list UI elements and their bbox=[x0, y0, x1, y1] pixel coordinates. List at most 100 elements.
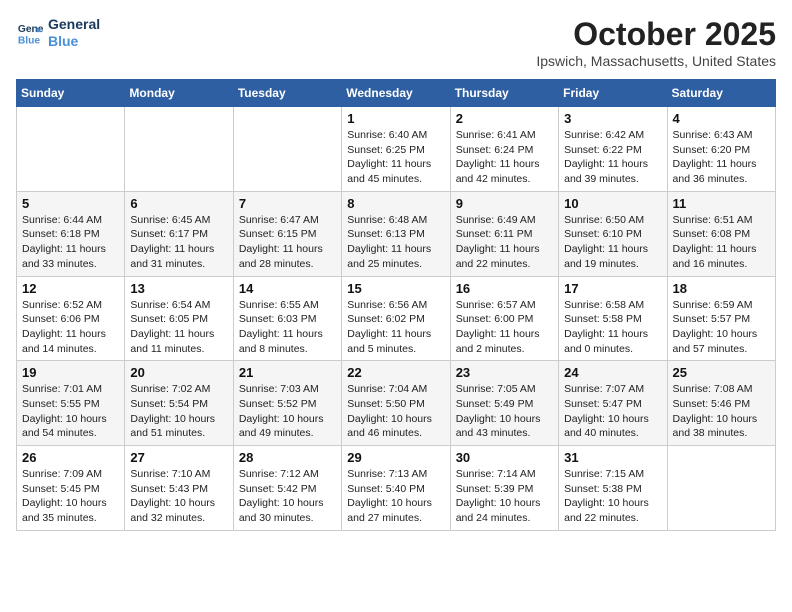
day-number: 6 bbox=[130, 196, 227, 211]
day-number: 29 bbox=[347, 450, 444, 465]
day-number: 2 bbox=[456, 111, 553, 126]
day-info: Sunrise: 7:05 AMSunset: 5:49 PMDaylight:… bbox=[456, 382, 553, 441]
calendar-cell: 15Sunrise: 6:56 AMSunset: 6:02 PMDayligh… bbox=[342, 276, 450, 361]
day-number: 8 bbox=[347, 196, 444, 211]
day-number: 27 bbox=[130, 450, 227, 465]
day-info: Sunrise: 6:59 AMSunset: 5:57 PMDaylight:… bbox=[673, 298, 770, 357]
calendar-cell: 31Sunrise: 7:15 AMSunset: 5:38 PMDayligh… bbox=[559, 446, 667, 531]
day-info: Sunrise: 7:09 AMSunset: 5:45 PMDaylight:… bbox=[22, 467, 119, 526]
day-info: Sunrise: 7:08 AMSunset: 5:46 PMDaylight:… bbox=[673, 382, 770, 441]
day-info: Sunrise: 6:40 AMSunset: 6:25 PMDaylight:… bbox=[347, 128, 444, 187]
weekday-header: Tuesday bbox=[233, 80, 341, 107]
logo-blue: Blue bbox=[48, 33, 100, 50]
calendar-week-row: 1 Sunrise: 6:40 AMSunset: 6:25 PMDaylight… bbox=[17, 107, 776, 192]
day-info: Sunrise: 6:41 AMSunset: 6:24 PMDaylight:… bbox=[456, 128, 553, 187]
day-number: 20 bbox=[130, 365, 227, 380]
calendar-week-row: 19Sunrise: 7:01 AMSunset: 5:55 PMDayligh… bbox=[17, 361, 776, 446]
day-number: 16 bbox=[456, 281, 553, 296]
calendar-cell: 30 Sunrise: 7:14 AMSunset: 5:39 PMDayligh… bbox=[450, 446, 558, 531]
calendar-cell: 16 Sunrise: 6:57 AMSunset: 6:00 PMDayligh… bbox=[450, 276, 558, 361]
day-number: 22 bbox=[347, 365, 444, 380]
day-info: Sunrise: 6:49 AMSunset: 6:11 PMDaylight:… bbox=[456, 213, 553, 272]
day-number: 10 bbox=[564, 196, 661, 211]
weekday-header: Wednesday bbox=[342, 80, 450, 107]
weekday-header: Monday bbox=[125, 80, 233, 107]
calendar-cell: 19Sunrise: 7:01 AMSunset: 5:55 PMDayligh… bbox=[17, 361, 125, 446]
calendar-cell: 12 Sunrise: 6:52 AMSunset: 6:06 PMDayligh… bbox=[17, 276, 125, 361]
day-info: Sunrise: 7:07 AMSunset: 5:47 PMDaylight:… bbox=[564, 382, 661, 441]
calendar-cell: 13Sunrise: 6:54 AMSunset: 6:05 PMDayligh… bbox=[125, 276, 233, 361]
calendar-header-row: SundayMondayTuesdayWednesdayThursdayFrid… bbox=[17, 80, 776, 107]
day-info: Sunrise: 6:58 AMSunset: 5:58 PMDaylight:… bbox=[564, 298, 661, 357]
calendar-cell: 2 Sunrise: 6:41 AMSunset: 6:24 PMDaylight… bbox=[450, 107, 558, 192]
day-number: 25 bbox=[673, 365, 770, 380]
day-number: 12 bbox=[22, 281, 119, 296]
day-number: 7 bbox=[239, 196, 336, 211]
calendar-cell: 17 Sunrise: 6:58 AMSunset: 5:58 PMDayligh… bbox=[559, 276, 667, 361]
day-info: Sunrise: 6:55 AMSunset: 6:03 PMDaylight:… bbox=[239, 298, 336, 357]
day-number: 13 bbox=[130, 281, 227, 296]
day-number: 23 bbox=[456, 365, 553, 380]
logo: General Blue General Blue bbox=[16, 16, 100, 50]
calendar-cell bbox=[125, 107, 233, 192]
day-number: 9 bbox=[456, 196, 553, 211]
day-number: 1 bbox=[347, 111, 444, 126]
calendar-cell: 26 Sunrise: 7:09 AMSunset: 5:45 PMDayligh… bbox=[17, 446, 125, 531]
calendar-cell: 1 Sunrise: 6:40 AMSunset: 6:25 PMDaylight… bbox=[342, 107, 450, 192]
calendar-cell bbox=[233, 107, 341, 192]
calendar-cell: 6 Sunrise: 6:45 AMSunset: 6:17 PMDaylight… bbox=[125, 191, 233, 276]
calendar-table: SundayMondayTuesdayWednesdayThursdayFrid… bbox=[16, 79, 776, 531]
calendar-cell: 14Sunrise: 6:55 AMSunset: 6:03 PMDayligh… bbox=[233, 276, 341, 361]
calendar-week-row: 26 Sunrise: 7:09 AMSunset: 5:45 PMDayligh… bbox=[17, 446, 776, 531]
title-block: October 2025 Ipswich, Massachusetts, Uni… bbox=[536, 16, 776, 69]
day-number: 30 bbox=[456, 450, 553, 465]
logo-icon: General Blue bbox=[16, 19, 44, 47]
day-number: 3 bbox=[564, 111, 661, 126]
day-number: 18 bbox=[673, 281, 770, 296]
calendar-cell: 29 Sunrise: 7:13 AMSunset: 5:40 PMDayligh… bbox=[342, 446, 450, 531]
day-number: 11 bbox=[673, 196, 770, 211]
day-info: Sunrise: 6:43 AMSunset: 6:20 PMDaylight:… bbox=[673, 128, 770, 187]
calendar-cell bbox=[17, 107, 125, 192]
calendar-cell: 20 Sunrise: 7:02 AMSunset: 5:54 PMDayligh… bbox=[125, 361, 233, 446]
calendar-cell: 8 Sunrise: 6:48 AMSunset: 6:13 PMDaylight… bbox=[342, 191, 450, 276]
day-number: 4 bbox=[673, 111, 770, 126]
day-number: 17 bbox=[564, 281, 661, 296]
calendar-cell: 5Sunrise: 6:44 AMSunset: 6:18 PMDaylight… bbox=[17, 191, 125, 276]
calendar-cell: 22 Sunrise: 7:04 AMSunset: 5:50 PMDayligh… bbox=[342, 361, 450, 446]
day-number: 26 bbox=[22, 450, 119, 465]
day-number: 28 bbox=[239, 450, 336, 465]
day-info: Sunrise: 6:52 AMSunset: 6:06 PMDaylight:… bbox=[22, 298, 119, 357]
day-info: Sunrise: 6:51 AMSunset: 6:08 PMDaylight:… bbox=[673, 213, 770, 272]
day-number: 5 bbox=[22, 196, 119, 211]
weekday-header: Thursday bbox=[450, 80, 558, 107]
calendar-cell: 23 Sunrise: 7:05 AMSunset: 5:49 PMDayligh… bbox=[450, 361, 558, 446]
day-info: Sunrise: 6:56 AMSunset: 6:02 PMDaylight:… bbox=[347, 298, 444, 357]
day-info: Sunrise: 7:13 AMSunset: 5:40 PMDaylight:… bbox=[347, 467, 444, 526]
calendar-cell: 10 Sunrise: 6:50 AMSunset: 6:10 PMDayligh… bbox=[559, 191, 667, 276]
svg-text:General: General bbox=[18, 24, 44, 35]
day-info: Sunrise: 7:02 AMSunset: 5:54 PMDaylight:… bbox=[130, 382, 227, 441]
location: Ipswich, Massachusetts, United States bbox=[536, 53, 776, 69]
calendar-cell bbox=[667, 446, 775, 531]
day-number: 31 bbox=[564, 450, 661, 465]
day-info: Sunrise: 7:14 AMSunset: 5:39 PMDaylight:… bbox=[456, 467, 553, 526]
weekday-header: Saturday bbox=[667, 80, 775, 107]
day-info: Sunrise: 7:12 AMSunset: 5:42 PMDaylight:… bbox=[239, 467, 336, 526]
calendar-cell: 4 Sunrise: 6:43 AMSunset: 6:20 PMDaylight… bbox=[667, 107, 775, 192]
day-info: Sunrise: 6:50 AMSunset: 6:10 PMDaylight:… bbox=[564, 213, 661, 272]
calendar-week-row: 5Sunrise: 6:44 AMSunset: 6:18 PMDaylight… bbox=[17, 191, 776, 276]
day-info: Sunrise: 6:57 AMSunset: 6:00 PMDaylight:… bbox=[456, 298, 553, 357]
day-info: Sunrise: 7:03 AMSunset: 5:52 PMDaylight:… bbox=[239, 382, 336, 441]
calendar-cell: 9 Sunrise: 6:49 AMSunset: 6:11 PMDaylight… bbox=[450, 191, 558, 276]
day-info: Sunrise: 7:04 AMSunset: 5:50 PMDaylight:… bbox=[347, 382, 444, 441]
logo-general: General bbox=[48, 16, 100, 33]
day-info: Sunrise: 6:45 AMSunset: 6:17 PMDaylight:… bbox=[130, 213, 227, 272]
calendar-cell: 24 Sunrise: 7:07 AMSunset: 5:47 PMDayligh… bbox=[559, 361, 667, 446]
day-number: 19 bbox=[22, 365, 119, 380]
day-number: 24 bbox=[564, 365, 661, 380]
page-header: General Blue General Blue October 2025 I… bbox=[16, 16, 776, 69]
day-info: Sunrise: 6:47 AMSunset: 6:15 PMDaylight:… bbox=[239, 213, 336, 272]
weekday-header: Sunday bbox=[17, 80, 125, 107]
day-info: Sunrise: 6:48 AMSunset: 6:13 PMDaylight:… bbox=[347, 213, 444, 272]
